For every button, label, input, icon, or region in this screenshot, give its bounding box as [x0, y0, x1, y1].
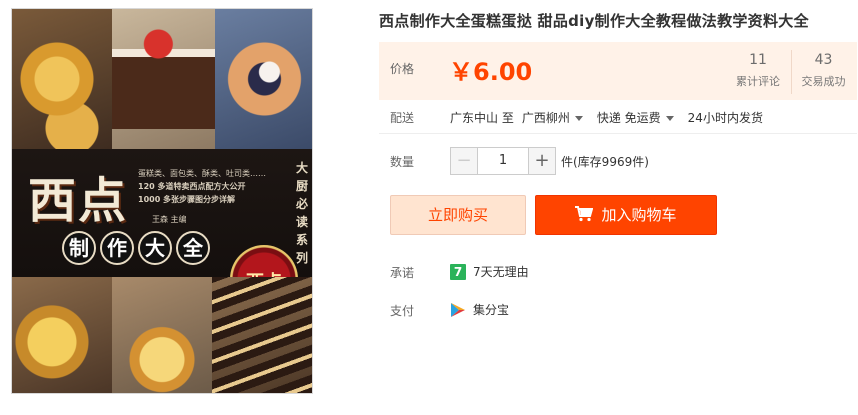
cover-subtitle-1: 蛋糕类、面包类、酥类、吐司类…… — [138, 169, 266, 178]
photo-cupcake — [215, 9, 312, 149]
photo-egg-tart — [12, 9, 112, 149]
payment-item[interactable]: 集分宝 — [450, 301, 509, 318]
add-to-cart-label: 加入购物车 — [601, 206, 677, 224]
deals-stat[interactable]: 43 交易成功 — [791, 50, 855, 94]
deals-count: 43 — [814, 52, 833, 68]
shipping-label: 配送 — [390, 111, 415, 125]
destination-value: 广西柳州 — [521, 111, 570, 125]
payment-label: 支付 — [390, 304, 415, 318]
cover-title: 西点 — [28, 173, 129, 229]
reviews-stat[interactable]: 11 累计评论 — [726, 50, 790, 89]
buy-now-button[interactable]: 立即购买 — [390, 195, 526, 235]
photo-egg-tart-2 — [112, 277, 212, 393]
reviews-count: 11 — [749, 52, 767, 68]
cover-subtitle-3: 1000 多张步骤图分步详解 — [138, 195, 236, 204]
promise-text: 7天无理由 — [473, 265, 529, 279]
price-label: 价格 — [390, 62, 415, 76]
cover-subtitle-2: 120 多道特卖西点配方大公开 — [138, 182, 246, 191]
jifenbao-icon — [451, 302, 465, 317]
cover-author: 王森 主编 — [152, 215, 187, 224]
buy-now-label: 立即购买 — [427, 206, 488, 224]
deals-label: 交易成功 — [801, 75, 846, 88]
shipping-origin: 广东中山 至 — [450, 109, 514, 126]
cover-circle-char: 大 — [138, 231, 172, 265]
shipping-row: 广东中山 至 广西柳州 快递 免运费 24小时内发货 — [450, 109, 763, 126]
shipping-from-to: 广东中山 至 — [450, 111, 514, 125]
quantity-input[interactable]: 1 — [478, 147, 528, 175]
cover-circles: 制 作 大 全 — [62, 231, 210, 265]
quantity-stepper: − 1 + — [450, 147, 556, 175]
cover-circle-char: 作 — [100, 231, 134, 265]
reviews-label: 累计评论 — [736, 75, 780, 88]
dispatch-time: 24小时内发货 — [687, 111, 763, 125]
product-image[interactable]: 西点 蛋糕类、面包类、酥类、吐司类…… 120 多道特卖西点配方大公开 1000… — [11, 8, 313, 394]
product-page: 西点 蛋糕类、面包类、酥类、吐司类…… 120 多道特卖西点配方大公开 1000… — [0, 0, 858, 415]
cover-circle-char: 全 — [176, 231, 210, 265]
shipping-method-value: 快递 免运费 — [596, 111, 661, 125]
divider — [379, 133, 857, 134]
seven-day-return-icon: 7 — [450, 263, 466, 280]
photo-swiss-roll — [112, 9, 215, 149]
product-title: 西点制作大全蛋糕蛋挞 甜品diy制作大全教程做法教学资料大全 — [379, 12, 809, 30]
stock-text: 件(库存9969件) — [561, 155, 649, 169]
cover-series: 大厨必读系列 — [295, 161, 308, 265]
decrement-button[interactable]: − — [450, 147, 478, 175]
chevron-down-icon — [665, 116, 674, 121]
promise-item[interactable]: 7 7天无理由 — [450, 263, 529, 280]
shipping-method-select[interactable]: 快递 免运费 — [597, 109, 674, 126]
quantity-label: 数量 — [390, 155, 415, 169]
price-box: 价格 ￥6.00 11 累计评论 43 交易成功 — [379, 42, 857, 100]
price-value: ￥6.00 — [449, 58, 533, 86]
destination-select[interactable]: 广西柳州 — [522, 109, 583, 126]
payment-text: 集分宝 — [473, 303, 510, 317]
chevron-down-icon — [574, 116, 583, 121]
photo-tart — [12, 277, 112, 393]
increment-button[interactable]: + — [528, 147, 556, 175]
add-to-cart-button[interactable]: 加入购物车 — [535, 195, 717, 235]
cover-circle-char: 制 — [62, 231, 96, 265]
promise-label: 承诺 — [390, 266, 415, 280]
photo-chocolate-sticks — [212, 277, 312, 393]
cart-icon — [575, 206, 594, 222]
